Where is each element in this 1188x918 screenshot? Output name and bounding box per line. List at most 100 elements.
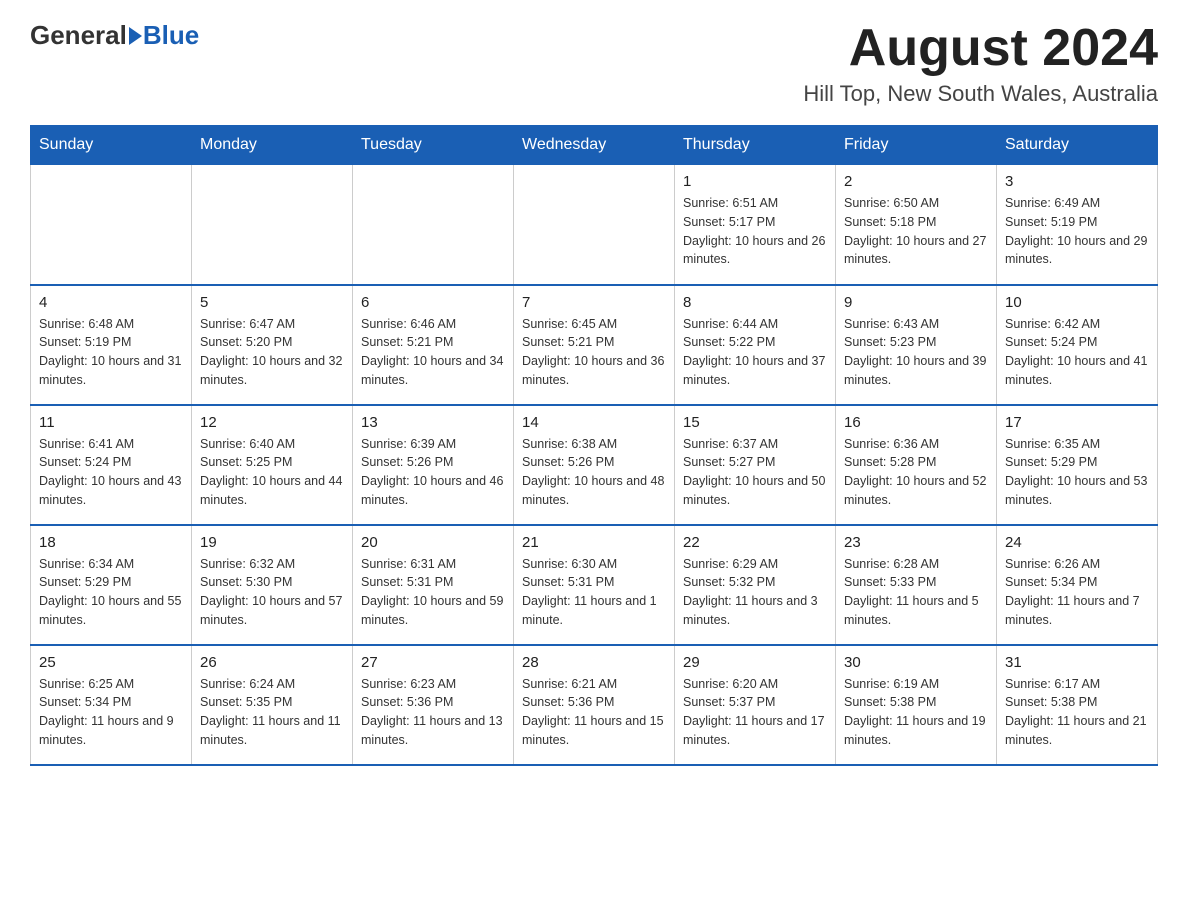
day-number: 15 — [683, 414, 827, 431]
calendar-cell — [31, 165, 192, 285]
day-number: 30 — [844, 654, 988, 671]
header-row: Sunday Monday Tuesday Wednesday Thursday… — [31, 126, 1158, 165]
calendar-cell: 7 Sunrise: 6:45 AMSunset: 5:21 PMDaylight… — [514, 285, 675, 405]
calendar-body: 1Sunrise: 6:51 AMSunset: 5:17 PMDaylight… — [31, 165, 1158, 765]
calendar-cell — [192, 165, 353, 285]
calendar-cell: 4Sunrise: 6:48 AMSunset: 5:19 PMDaylight… — [31, 285, 192, 405]
day-number: 6 — [361, 294, 505, 311]
calendar-cell: 21 Sunrise: 6:30 AMSunset: 5:31 PMDayligh… — [514, 525, 675, 645]
logo: General Blue — [30, 20, 199, 51]
calendar-cell: 8Sunrise: 6:44 AMSunset: 5:22 PMDaylight… — [675, 285, 836, 405]
day-info: Sunrise: 6:36 AMSunset: 5:28 PMDaylight:… — [844, 435, 988, 510]
calendar-cell: 27Sunrise: 6:23 AMSunset: 5:36 PMDayligh… — [353, 645, 514, 765]
calendar-cell — [353, 165, 514, 285]
day-info: Sunrise: 6:20 AMSunset: 5:37 PMDaylight:… — [683, 675, 827, 750]
day-number: 25 — [39, 654, 183, 671]
calendar-cell: 6 Sunrise: 6:46 AMSunset: 5:21 PMDaylight… — [353, 285, 514, 405]
calendar-cell: 5Sunrise: 6:47 AMSunset: 5:20 PMDaylight… — [192, 285, 353, 405]
calendar-header: Sunday Monday Tuesday Wednesday Thursday… — [31, 126, 1158, 165]
day-info: Sunrise: 6:21 AMSunset: 5:36 PMDaylight:… — [522, 675, 666, 750]
calendar-week-3: 11 Sunrise: 6:41 AMSunset: 5:24 PMDayligh… — [31, 405, 1158, 525]
day-number: 20 — [361, 534, 505, 551]
day-info: Sunrise: 6:30 AMSunset: 5:31 PMDaylight:… — [522, 555, 666, 630]
day-number: 12 — [200, 414, 344, 431]
day-info: Sunrise: 6:45 AMSunset: 5:21 PMDaylight:… — [522, 315, 666, 390]
logo-arrow-icon — [129, 27, 142, 45]
day-number: 29 — [683, 654, 827, 671]
day-info: Sunrise: 6:25 AMSunset: 5:34 PMDaylight:… — [39, 675, 183, 750]
col-wednesday: Wednesday — [514, 126, 675, 165]
day-info: Sunrise: 6:42 AMSunset: 5:24 PMDaylight:… — [1005, 315, 1149, 390]
calendar-cell: 29 Sunrise: 6:20 AMSunset: 5:37 PMDayligh… — [675, 645, 836, 765]
day-number: 22 — [683, 534, 827, 551]
calendar-cell: 26Sunrise: 6:24 AMSunset: 5:35 PMDayligh… — [192, 645, 353, 765]
day-info: Sunrise: 6:35 AMSunset: 5:29 PMDaylight:… — [1005, 435, 1149, 510]
calendar-cell: 12 Sunrise: 6:40 AMSunset: 5:25 PMDayligh… — [192, 405, 353, 525]
day-number: 10 — [1005, 294, 1149, 311]
calendar-cell: 22 Sunrise: 6:29 AMSunset: 5:32 PMDayligh… — [675, 525, 836, 645]
calendar-cell: 17 Sunrise: 6:35 AMSunset: 5:29 PMDayligh… — [997, 405, 1158, 525]
day-info: Sunrise: 6:24 AMSunset: 5:35 PMDaylight:… — [200, 675, 344, 750]
day-info: Sunrise: 6:50 AMSunset: 5:18 PMDaylight:… — [844, 194, 988, 269]
day-number: 1 — [683, 173, 827, 190]
calendar-cell: 18 Sunrise: 6:34 AMSunset: 5:29 PMDayligh… — [31, 525, 192, 645]
calendar-cell: 16 Sunrise: 6:36 AMSunset: 5:28 PMDayligh… — [836, 405, 997, 525]
day-number: 14 — [522, 414, 666, 431]
calendar-cell: 31Sunrise: 6:17 AMSunset: 5:38 PMDayligh… — [997, 645, 1158, 765]
calendar-week-4: 18 Sunrise: 6:34 AMSunset: 5:29 PMDayligh… — [31, 525, 1158, 645]
day-number: 18 — [39, 534, 183, 551]
day-info: Sunrise: 6:34 AMSunset: 5:29 PMDaylight:… — [39, 555, 183, 630]
calendar-cell: 23Sunrise: 6:28 AMSunset: 5:33 PMDayligh… — [836, 525, 997, 645]
calendar-cell: 2Sunrise: 6:50 AMSunset: 5:18 PMDaylight… — [836, 165, 997, 285]
calendar-cell: 28 Sunrise: 6:21 AMSunset: 5:36 PMDayligh… — [514, 645, 675, 765]
calendar-week-5: 25 Sunrise: 6:25 AMSunset: 5:34 PMDayligh… — [31, 645, 1158, 765]
day-number: 4 — [39, 294, 183, 311]
day-info: Sunrise: 6:46 AMSunset: 5:21 PMDaylight:… — [361, 315, 505, 390]
day-number: 28 — [522, 654, 666, 671]
day-number: 9 — [844, 294, 988, 311]
day-info: Sunrise: 6:43 AMSunset: 5:23 PMDaylight:… — [844, 315, 988, 390]
col-friday: Friday — [836, 126, 997, 165]
day-number: 5 — [200, 294, 344, 311]
day-number: 21 — [522, 534, 666, 551]
col-sunday: Sunday — [31, 126, 192, 165]
calendar-cell: 30 Sunrise: 6:19 AMSunset: 5:38 PMDayligh… — [836, 645, 997, 765]
day-info: Sunrise: 6:37 AMSunset: 5:27 PMDaylight:… — [683, 435, 827, 510]
day-info: Sunrise: 6:31 AMSunset: 5:31 PMDaylight:… — [361, 555, 505, 630]
day-info: Sunrise: 6:41 AMSunset: 5:24 PMDaylight:… — [39, 435, 183, 510]
day-number: 3 — [1005, 173, 1149, 190]
calendar-cell: 25 Sunrise: 6:25 AMSunset: 5:34 PMDayligh… — [31, 645, 192, 765]
month-year: August 2024 — [803, 20, 1158, 77]
day-info: Sunrise: 6:38 AMSunset: 5:26 PMDaylight:… — [522, 435, 666, 510]
day-number: 23 — [844, 534, 988, 551]
day-info: Sunrise: 6:29 AMSunset: 5:32 PMDaylight:… — [683, 555, 827, 630]
day-info: Sunrise: 6:23 AMSunset: 5:36 PMDaylight:… — [361, 675, 505, 750]
day-info: Sunrise: 6:19 AMSunset: 5:38 PMDaylight:… — [844, 675, 988, 750]
day-number: 19 — [200, 534, 344, 551]
header: General Blue August 2024 Hill Top, New S… — [30, 20, 1158, 107]
calendar-cell: 19Sunrise: 6:32 AMSunset: 5:30 PMDayligh… — [192, 525, 353, 645]
day-info: Sunrise: 6:44 AMSunset: 5:22 PMDaylight:… — [683, 315, 827, 390]
calendar-cell: 15 Sunrise: 6:37 AMSunset: 5:27 PMDayligh… — [675, 405, 836, 525]
location: Hill Top, New South Wales, Australia — [803, 81, 1158, 107]
title-area: August 2024 Hill Top, New South Wales, A… — [803, 20, 1158, 107]
calendar-cell: 13 Sunrise: 6:39 AMSunset: 5:26 PMDayligh… — [353, 405, 514, 525]
calendar-cell: 9 Sunrise: 6:43 AMSunset: 5:23 PMDaylight… — [836, 285, 997, 405]
calendar-cell: 1Sunrise: 6:51 AMSunset: 5:17 PMDaylight… — [675, 165, 836, 285]
day-number: 13 — [361, 414, 505, 431]
day-number: 7 — [522, 294, 666, 311]
day-info: Sunrise: 6:49 AMSunset: 5:19 PMDaylight:… — [1005, 194, 1149, 269]
calendar-week-1: 1Sunrise: 6:51 AMSunset: 5:17 PMDaylight… — [31, 165, 1158, 285]
day-number: 24 — [1005, 534, 1149, 551]
calendar-cell: 14 Sunrise: 6:38 AMSunset: 5:26 PMDayligh… — [514, 405, 675, 525]
day-number: 17 — [1005, 414, 1149, 431]
col-tuesday: Tuesday — [353, 126, 514, 165]
calendar-week-2: 4Sunrise: 6:48 AMSunset: 5:19 PMDaylight… — [31, 285, 1158, 405]
calendar-cell: 24 Sunrise: 6:26 AMSunset: 5:34 PMDayligh… — [997, 525, 1158, 645]
day-number: 16 — [844, 414, 988, 431]
day-info: Sunrise: 6:26 AMSunset: 5:34 PMDaylight:… — [1005, 555, 1149, 630]
calendar-cell: 11 Sunrise: 6:41 AMSunset: 5:24 PMDayligh… — [31, 405, 192, 525]
day-info: Sunrise: 6:39 AMSunset: 5:26 PMDaylight:… — [361, 435, 505, 510]
day-number: 11 — [39, 414, 183, 431]
day-info: Sunrise: 6:40 AMSunset: 5:25 PMDaylight:… — [200, 435, 344, 510]
